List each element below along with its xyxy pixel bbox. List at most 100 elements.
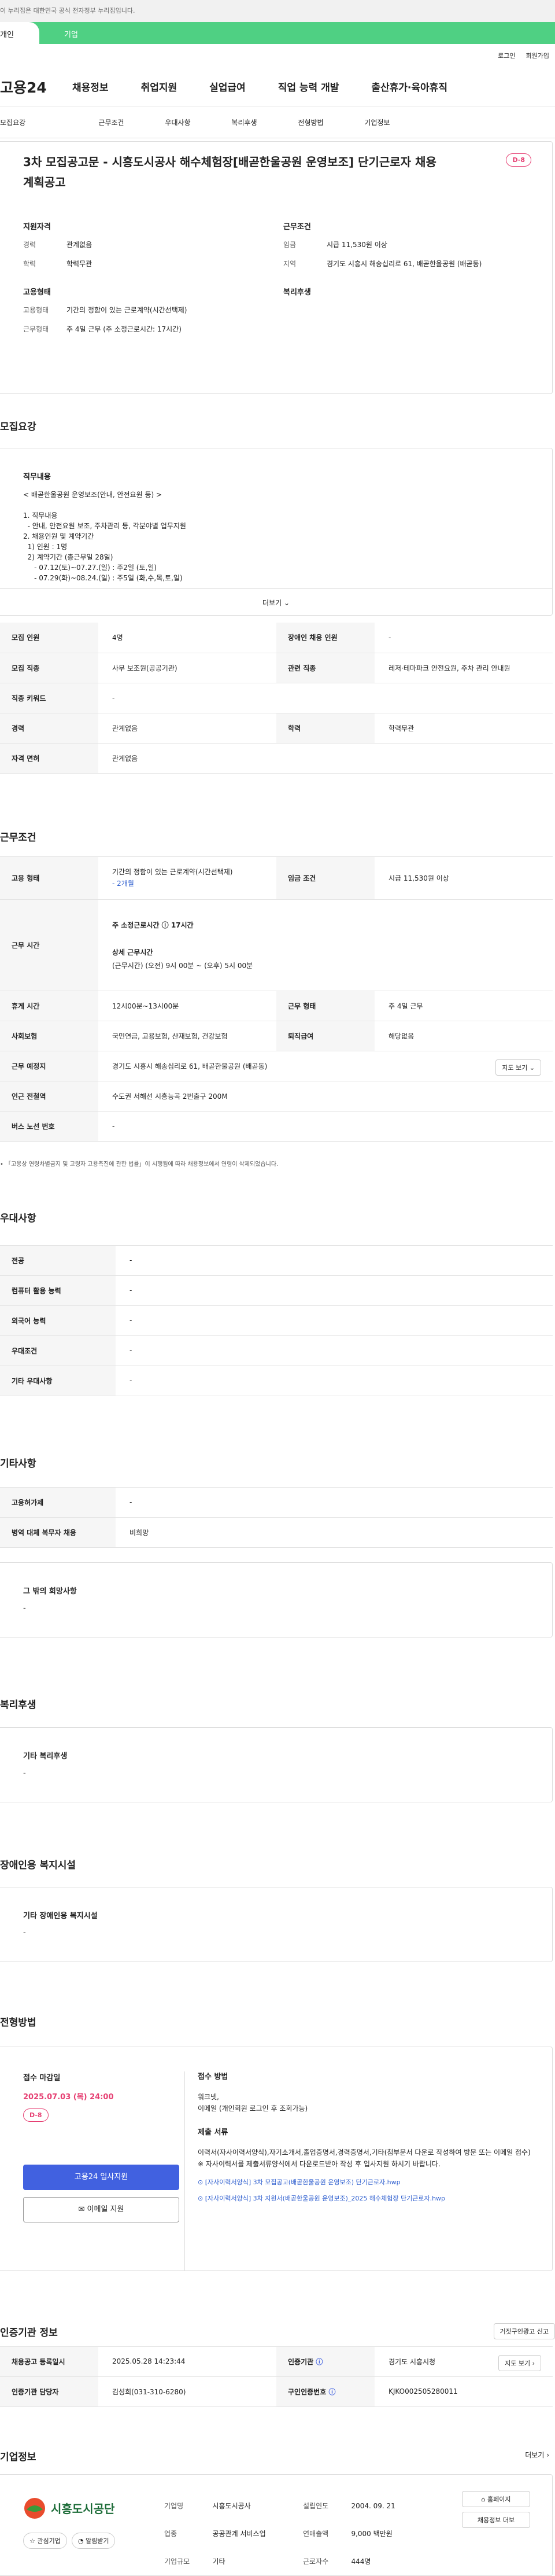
conditions-heading: 근무조건 [283, 223, 311, 231]
label: 병역 대체 복무자 채용 [0, 1517, 116, 1548]
value: 시급 11,530원 이상 [375, 856, 553, 900]
tab-process[interactable]: 전형방법 [278, 117, 344, 127]
tab-business[interactable]: 기업 [42, 22, 78, 44]
value: 김성희(031-310-6280) [98, 2376, 276, 2407]
label: 고용허가제 [0, 1487, 116, 1518]
main-nav: 고용24 채용정보 취업지원 실업급여 직업 능력 개발 출산휴가·육아휴직 [0, 67, 555, 106]
company-more-link[interactable]: 더보기 › [525, 2450, 549, 2460]
company-box: 시흥도시공단 ☆ 관심기업 ◔ 알림받기 기업명 시흥도시공사 설립연도 2004. … [0, 2474, 553, 2576]
label: 사회보험 [0, 1021, 98, 1051]
nav-unemployment[interactable]: 실업급여 [209, 79, 246, 94]
disabled-title: 기타 장애인용 복지시설 [23, 1911, 98, 1920]
value: 관계없음 [98, 713, 276, 744]
value: 경기도 시흥시 해송십리로 61, 배곧한울공원 (배곧동) [112, 1062, 268, 1070]
label: 경력 [23, 241, 36, 249]
homepage-button[interactable]: ⌂ 홈페이지 [462, 2490, 530, 2507]
value: 2025.05.28 14:23:44 [98, 2346, 276, 2377]
value: - [116, 1335, 553, 1366]
label: 직종 키워드 [0, 683, 98, 713]
weekly-hours: 주 소정근로시간 ⓘ 17시간 [112, 921, 194, 929]
value: 경기도 시흥시 해송십리로 61, 배곧한울공원 (배곧동) [327, 260, 482, 268]
value: - [98, 683, 553, 713]
section-title-work: 근무조건 [0, 831, 36, 844]
value: 4명 [98, 623, 276, 653]
emp-type-heading: 고용형태 [23, 288, 51, 297]
job-desc-line: - 07.12(토)~07.27.(일) : 주2일 (토,일) [23, 564, 157, 572]
nav-training[interactable]: 직업 능력 개발 [278, 79, 339, 94]
job-desc-line: - 안내, 안전요원 보조, 주차관리 등, 각분야별 업무지원 [23, 522, 186, 530]
deadline-title: 접수 마감일 [23, 2073, 61, 2082]
job-desc-box: 직무내용 < 배곧한울공원 운영보조(안내, 안전요원 등) > 1. 직무내용 … [0, 448, 553, 616]
section-title-disabled: 장애인용 복지시설 [0, 1859, 76, 1871]
label: 버스 노선 번호 [0, 1111, 98, 1142]
company-header: 기업정보 더보기 › [0, 2449, 555, 2466]
section-title-etc: 기타사항 [0, 1458, 36, 1470]
job-desc: < 배곧한울공원 운영보조(안내, 안전요원 등) > 1. 직무내용 - 안내,… [23, 490, 552, 583]
docs: 이력서(자사이력서양식),자기소개서,졸업증명서,경력증명서,기타(첨부문서 다… [198, 2148, 531, 2157]
deadline: 2025.07.03 (목) 24:00 [23, 2092, 114, 2102]
other-title: 그 밖의 희망사항 [23, 1587, 77, 1596]
docs-note: ※ 자사이력서를 제출서류양식에서 다운로드받아 작성 후 입사지원 하시기 바… [198, 2159, 441, 2168]
nav-employment[interactable]: 취업지원 [141, 79, 177, 94]
tab-welfare[interactable]: 복리후생 [211, 117, 278, 127]
company-logo: 시흥도시공단 [23, 2497, 161, 2520]
label: 휴게 시간 [0, 991, 98, 1021]
value: 기간의 정함이 있는 근로계약(시간선택제) [66, 306, 187, 314]
map-button[interactable]: 지도 보기 ⌄ [495, 1059, 541, 1076]
label: 근로자수 [302, 2557, 329, 2566]
label: 모집 직종 [0, 653, 98, 683]
section-title-pref: 우대사항 [0, 1212, 36, 1224]
value: 기타 [212, 2557, 225, 2566]
signup-link[interactable]: 회원가입 [526, 51, 549, 60]
tab-recruit[interactable]: 모집요강 [0, 117, 78, 127]
value: - [98, 1111, 553, 1142]
label: 근무 시간 [0, 899, 98, 991]
label: 채용공고 등록일시 [0, 2346, 98, 2377]
welfare-box: 기타 복리후생 - [0, 1727, 553, 1802]
tab-preference[interactable]: 우대사항 [145, 117, 211, 127]
disabled-box: 기타 장애인용 복지시설 - [0, 1886, 553, 1962]
company-jobs-button[interactable]: 채용정보 더보 [462, 2511, 530, 2528]
value: - [116, 1305, 553, 1336]
section-title-welfare: 복리후생 [0, 1699, 36, 1711]
info-icon[interactable]: ⓘ [328, 2388, 335, 2396]
age-note: • 「고용상 연령차별금지 및 고령자 고용촉진에 관한 법률」이 시행됨에 따… [0, 1161, 279, 1168]
login-link[interactable]: 로그인 [498, 51, 515, 60]
value: 수도권 서해선 시흥능곡 2번출구 200M [98, 1081, 553, 1112]
value: 기간의 정함이 있는 근로계약(시간선택제) [112, 868, 233, 876]
report-button[interactable]: 거짓구인광고 신고 [493, 2323, 555, 2339]
nav-jobs[interactable]: 채용정보 [72, 79, 109, 94]
label: 임금 [283, 241, 297, 249]
tab-personal[interactable]: 개인 [0, 22, 39, 44]
label: 고용형태 [23, 306, 49, 314]
tab-company[interactable]: 기업정보 [344, 117, 410, 127]
apply-button[interactable]: 고용24 입사지원 [23, 2164, 179, 2190]
disabled-value: - [23, 1928, 26, 1937]
cert-map-button[interactable]: 지도 보기 › [498, 2354, 541, 2371]
info-icon[interactable]: ⓘ [316, 2358, 323, 2366]
favorite-button[interactable]: ☆ 관심기업 [23, 2532, 67, 2549]
pref-table: 전공 - 컴퓨터 활용 능력 - 외국어 능력 - 우대조건 - 기타 우대사항 - [0, 1245, 553, 1396]
site-logo[interactable]: 고용24 [0, 76, 72, 97]
value: 레저·테마파크 안전요원, 주차 관리 안내원 [375, 653, 553, 683]
job-desc-line: < 배곧한울공원 운영보조(안내, 안전요원 등) > [23, 491, 162, 499]
label: 구인인증번호 ⓘ [276, 2376, 375, 2407]
attachment-link[interactable]: ⊙ [자사이력서양식] 3차 모집공고(배곧한울공원 운영보조) 단기근로자.h… [198, 2177, 531, 2188]
process-box: 접수 마감일 2025.07.03 (목) 24:00 D-8 고용24 입사지… [0, 2046, 553, 2271]
value: 시흥도시공사 [212, 2502, 251, 2510]
leaf-logo-icon [24, 2497, 45, 2519]
label: 인증기관 ⓘ [276, 2346, 375, 2377]
more-button[interactable]: 더보기 ⌄ [0, 588, 552, 615]
alert-button[interactable]: ◔ 알림받기 [71, 2532, 116, 2549]
email-apply-button[interactable]: ✉ 이메일 지원 [23, 2196, 179, 2222]
job-desc-line: - 07.29(화)~08.24.(일) : 주5일 (화,수,목,토,일) [23, 574, 183, 582]
cert-header: 인증기관 정보 거짓구인광고 신고 [0, 2323, 555, 2342]
nav-leave[interactable]: 출산휴가·육아휴직 [371, 79, 447, 94]
tab-conditions[interactable]: 근무조건 [78, 117, 145, 127]
job-desc-line: 1. 직무내용 [23, 511, 58, 520]
attachment-link[interactable]: ⊙ [자사이력서양식] 3차 지원서(배곧한울공원 운영보조)_2025 해수체… [198, 2193, 531, 2205]
job-desc-title: 직무내용 [23, 473, 51, 481]
label: 기타 우대사항 [0, 1366, 116, 1396]
section-title-recruit: 모집요강 [0, 421, 36, 433]
job-desc-line: 2) 계약기간 (총근무일 28일) [23, 553, 113, 561]
